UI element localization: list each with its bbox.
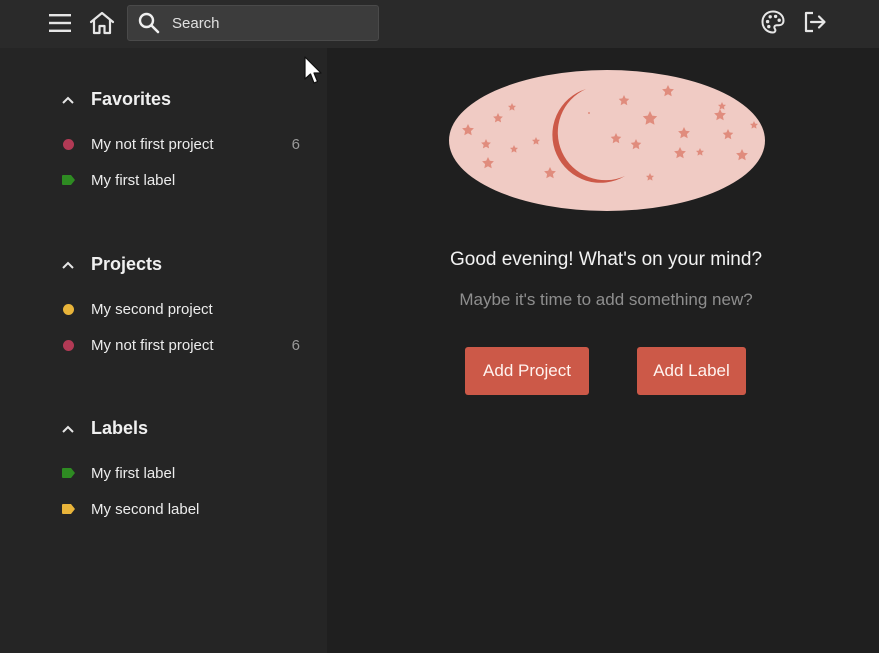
sidebar-item-label-entry[interactable]: My second label: [60, 497, 304, 521]
palette-icon[interactable]: [759, 8, 787, 36]
sidebar-item-label-entry[interactable]: My first label: [60, 461, 304, 485]
project-color-dot: [63, 339, 74, 351]
sidebar: Favorites My not first project 6 My firs…: [0, 48, 327, 653]
sidebar-item-project[interactable]: My second project: [60, 297, 304, 321]
label-tag-icon: [62, 503, 75, 515]
greeting-heading: Good evening! What's on your mind?: [449, 249, 763, 270]
greeting-subtext: Maybe it's time to add something new?: [459, 290, 753, 309]
labels-section-header[interactable]: Labels: [60, 418, 148, 439]
logout-icon[interactable]: [801, 8, 829, 36]
search-input[interactable]: [170, 13, 370, 33]
project-color-dot: [63, 303, 74, 315]
night-sky-illustration: [449, 70, 765, 211]
chevron-up-icon: [60, 92, 76, 108]
home-icon[interactable]: [88, 9, 116, 37]
chevron-up-icon: [60, 421, 76, 437]
add-project-button[interactable]: Add Project: [465, 347, 589, 395]
mouse-cursor-icon: [304, 56, 322, 84]
task-count: 6: [291, 135, 300, 153]
project-color-dot: [63, 138, 74, 150]
sidebar-item-favorite-project[interactable]: My not first project 6: [60, 132, 304, 156]
sidebar-item-label: My first label: [91, 464, 176, 482]
favorites-section-header[interactable]: Favorites: [60, 89, 171, 110]
sidebar-item-favorite-label[interactable]: My first label: [60, 168, 304, 192]
label-tag-icon: [62, 174, 75, 186]
projects-section-header[interactable]: Projects: [60, 254, 162, 275]
sidebar-item-label: My not first project: [91, 135, 214, 153]
sidebar-item-project[interactable]: My not first project 6: [60, 333, 304, 357]
sidebar-item-label: My first label: [91, 171, 176, 189]
sidebar-item-label: My second label: [91, 500, 200, 518]
search-icon: [138, 12, 160, 34]
search-bar[interactable]: [127, 5, 379, 41]
chevron-up-icon: [60, 257, 76, 273]
sidebar-item-label: My second project: [91, 300, 213, 318]
task-count: 6: [291, 336, 300, 354]
main-content: Good evening! What's on your mind? Maybe…: [327, 48, 879, 653]
label-tag-icon: [62, 467, 75, 479]
section-title: Projects: [91, 254, 163, 274]
hamburger-menu-icon[interactable]: [46, 9, 74, 37]
add-label-button[interactable]: Add Label: [637, 347, 746, 395]
sidebar-item-label: My not first project: [91, 336, 214, 354]
section-title: Labels: [91, 418, 149, 438]
section-title: Favorites: [91, 89, 172, 109]
top-bar: [0, 0, 879, 48]
